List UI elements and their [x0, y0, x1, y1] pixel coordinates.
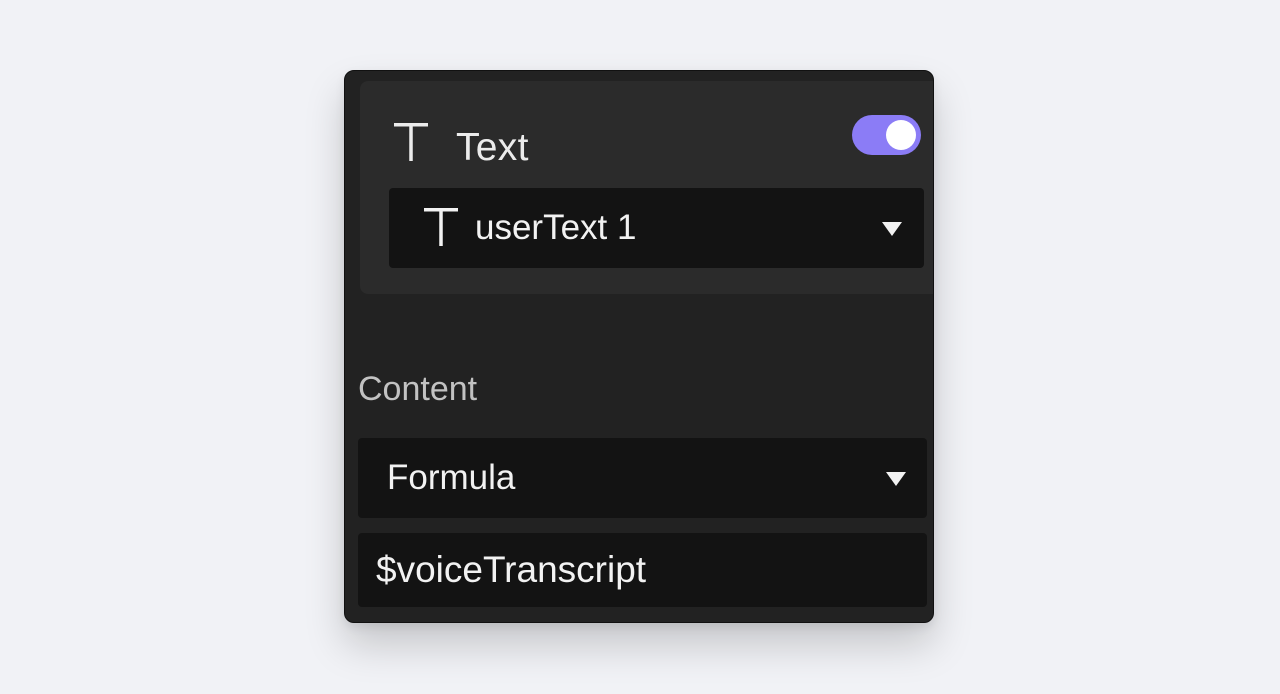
content-mode-value: Formula	[387, 458, 516, 497]
layer-select-dropdown[interactable]: userText 1	[389, 188, 924, 268]
content-section-label: Content	[358, 370, 478, 408]
content-mode-dropdown[interactable]: Formula	[358, 438, 927, 518]
formula-input[interactable]: $voiceTranscript	[358, 533, 927, 607]
layer-select-value: userText 1	[475, 208, 637, 247]
text-layer-card: Text userText 1	[360, 81, 933, 294]
formula-value: $voiceTranscript	[376, 549, 647, 590]
chevron-down-icon	[886, 472, 906, 486]
chevron-down-icon	[882, 222, 902, 236]
layer-title: Text	[456, 126, 529, 169]
toggle-knob	[886, 120, 916, 150]
text-properties-panel: Text userText 1 Content Formula $voiceTr…	[344, 70, 934, 623]
text-type-icon	[424, 208, 458, 246]
text-type-icon	[394, 123, 428, 161]
layer-enabled-toggle[interactable]	[852, 115, 921, 155]
